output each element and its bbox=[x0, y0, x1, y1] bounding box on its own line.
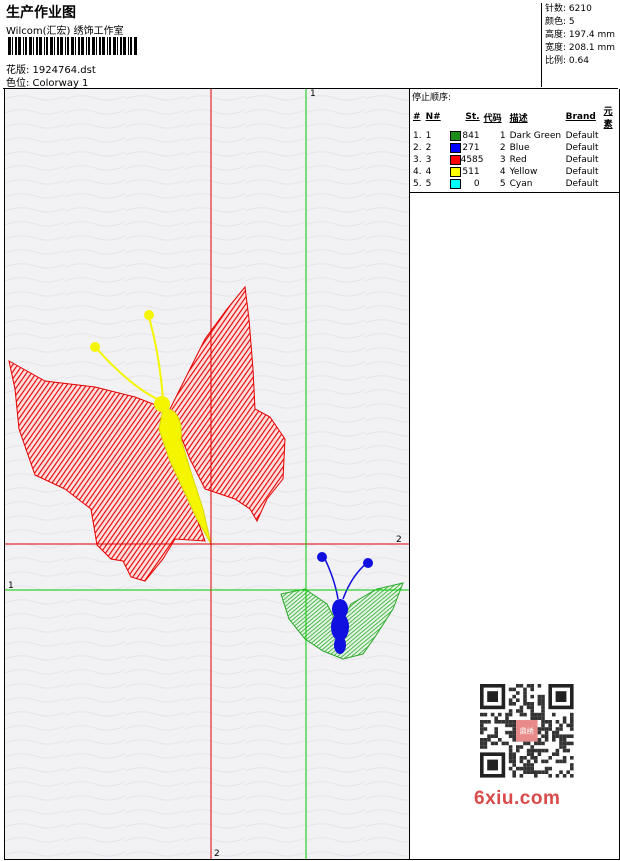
site-watermark: 6xiu.com bbox=[474, 788, 561, 809]
col-brand: Brand bbox=[565, 112, 596, 122]
row-index: 2. bbox=[413, 143, 422, 153]
table-row: 2. 2 271 2 Blue Default bbox=[411, 142, 619, 154]
row-stitches: 271 bbox=[448, 142, 482, 154]
row-stitches: 841 bbox=[448, 130, 482, 142]
row-brand: Default bbox=[565, 155, 599, 165]
design-width: 宽度: 208.1 mm bbox=[545, 43, 616, 53]
row-description: Dark Green bbox=[509, 131, 562, 141]
design-canvas: 1 1 2 2 bbox=[4, 89, 409, 860]
row-element bbox=[602, 130, 619, 142]
red-axis-label-right: 2 bbox=[396, 535, 402, 545]
stitch-count-value: 841 bbox=[462, 131, 480, 141]
color-swatch bbox=[449, 179, 461, 189]
color-count: 颜色: 5 bbox=[545, 17, 575, 27]
red-axis-label-bottom: 2 bbox=[214, 849, 220, 859]
stitch-count-value: 0 bbox=[473, 179, 480, 189]
qr-code: 鼎绣 bbox=[470, 681, 585, 781]
qr-graphic: 鼎绣 bbox=[480, 684, 574, 778]
stitch-count-value: 511 bbox=[462, 167, 480, 177]
row-index: 1. bbox=[413, 131, 422, 141]
design-scale: 比例: 0.64 bbox=[545, 56, 589, 66]
row-index: 5. bbox=[413, 179, 422, 189]
row-code: 4 bbox=[499, 167, 506, 177]
row-description: Blue bbox=[509, 143, 530, 153]
color-swatch bbox=[449, 131, 461, 141]
color-swatch bbox=[449, 143, 461, 153]
row-code: 1 bbox=[499, 131, 506, 141]
row-description: Cyan bbox=[509, 179, 533, 189]
row-code: 2 bbox=[499, 143, 506, 153]
row-n: 4 bbox=[425, 167, 432, 177]
table-row: 4. 4 511 4 Yellow Default bbox=[411, 166, 619, 178]
row-code: 5 bbox=[499, 179, 506, 189]
row-brand: Default bbox=[565, 143, 599, 153]
row-element bbox=[602, 178, 619, 190]
row-n: 5 bbox=[425, 179, 432, 189]
row-brand: Default bbox=[565, 131, 599, 141]
row-element bbox=[602, 154, 619, 166]
sequence-heading: 停止顺序: bbox=[412, 93, 452, 103]
row-n: 1 bbox=[425, 131, 432, 141]
table-row: 5. 5 0 5 Cyan Default bbox=[411, 178, 619, 190]
barcode bbox=[8, 37, 137, 55]
col-element: 元素 bbox=[603, 107, 613, 130]
col-code: 代码 bbox=[483, 113, 502, 124]
col-description: 描述 bbox=[509, 113, 528, 124]
table-row: 1. 1 841 1 Dark Green Default bbox=[411, 130, 619, 142]
studio-name: Wilcom(汇宏) 绣饰工作室 bbox=[6, 26, 124, 37]
stitch-count-value: 4585 bbox=[460, 155, 484, 165]
row-description: Red bbox=[509, 155, 527, 165]
col-index: # bbox=[413, 112, 421, 122]
design-preview: 1 1 2 2 bbox=[5, 89, 409, 859]
qr-badge-text: 鼎绣 bbox=[520, 727, 534, 736]
row-brand: Default bbox=[565, 167, 599, 177]
color-sequence-table: # N# St. 代码 描述 Brand 元素 1. 1 841 1 Dark Gree… bbox=[411, 104, 619, 190]
row-stitches: 0 bbox=[448, 178, 482, 190]
page-title: 生产作业图 bbox=[6, 5, 76, 21]
row-n: 3 bbox=[425, 155, 432, 165]
colorway: 色位: Colorway 1 bbox=[6, 78, 89, 89]
design-height: 高度: 197.4 mm bbox=[545, 30, 616, 40]
col-n: N# bbox=[425, 112, 441, 122]
panel-divider bbox=[410, 192, 619, 193]
green-axis-label-left: 1 bbox=[8, 581, 14, 591]
row-element bbox=[602, 166, 619, 178]
row-index: 4. bbox=[413, 167, 422, 177]
green-axis-label-top: 1 bbox=[310, 89, 316, 99]
row-stitches: 511 bbox=[448, 166, 482, 178]
col-stitches: St. bbox=[465, 112, 480, 122]
table-row: 3. 3 4585 3 Red Default bbox=[411, 154, 619, 166]
color-swatch bbox=[449, 167, 461, 177]
table-header: # N# St. 代码 描述 Brand 元素 bbox=[411, 104, 619, 130]
row-element bbox=[602, 142, 619, 154]
row-description: Yellow bbox=[509, 167, 538, 177]
row-brand: Default bbox=[565, 179, 599, 189]
stitch-count: 针数: 6210 bbox=[545, 4, 592, 14]
row-index: 3. bbox=[413, 155, 422, 165]
stitch-count-value: 271 bbox=[462, 143, 480, 153]
stats-box: 针数: 6210 颜色: 5 高度: 197.4 mm 宽度: 208.1 mm… bbox=[541, 3, 618, 87]
row-code: 3 bbox=[499, 155, 506, 165]
color-swatch bbox=[449, 155, 461, 165]
row-stitches: 4585 bbox=[448, 154, 484, 166]
row-n: 2 bbox=[425, 143, 432, 153]
